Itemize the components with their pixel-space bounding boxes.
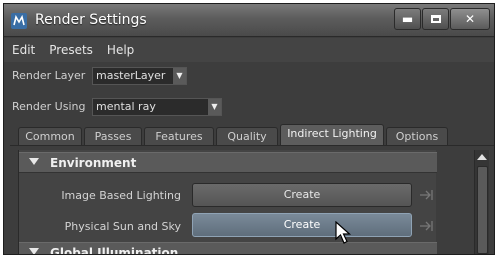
render-layer-label: Render Layer — [12, 69, 86, 82]
minimize-button[interactable]: ▬ — [394, 8, 421, 30]
tab-bar: Common Passes Features Quality Indirect … — [4, 124, 494, 146]
minimize-icon: ▬ — [401, 12, 414, 26]
tab-features[interactable]: Features — [144, 127, 214, 146]
maximize-button[interactable] — [422, 8, 449, 30]
attribute-panel: Environment Image Based Lighting Create … — [18, 150, 437, 255]
image-based-lighting-label: Image Based Lighting — [61, 189, 181, 202]
maximize-icon — [430, 15, 441, 23]
physical-sun-and-sky-label: Physical Sun and Sky — [64, 220, 181, 233]
tab-indirect-lighting[interactable]: Indirect Lighting — [280, 124, 384, 146]
scroll-up-icon[interactable] — [477, 154, 487, 160]
menu-edit[interactable]: Edit — [12, 43, 35, 57]
close-icon: ✕ — [464, 12, 476, 26]
collapse-arrow-icon — [29, 158, 39, 165]
menu-bar: Edit Presets Help — [4, 38, 494, 62]
map-connect-icon[interactable] — [419, 189, 433, 201]
section-global-illumination-header[interactable]: Global Illumination — [19, 242, 437, 255]
mouse-cursor-icon — [335, 221, 352, 244]
render-using-value: mental ray — [96, 100, 156, 113]
tab-common[interactable]: Common — [18, 127, 82, 146]
window-title: Render Settings — [35, 12, 147, 28]
maya-app-icon — [11, 13, 27, 29]
tab-options[interactable]: Options — [386, 127, 448, 146]
chevron-down-icon: ▼ — [172, 68, 186, 84]
scrollbar-thumb[interactable] — [477, 166, 488, 254]
tab-quality[interactable]: Quality — [216, 127, 278, 146]
menu-presets[interactable]: Presets — [49, 43, 93, 57]
title-bar[interactable]: Render Settings ▬ ✕ — [4, 4, 494, 37]
menu-help[interactable]: Help — [107, 43, 134, 57]
map-connect-icon[interactable] — [419, 220, 433, 232]
collapse-arrow-icon — [29, 248, 39, 254]
render-layer-value: masterLayer — [96, 69, 166, 82]
image-based-lighting-create-button[interactable]: Create — [192, 183, 412, 207]
chevron-down-icon: ▼ — [207, 99, 221, 115]
render-settings-window: Render Settings ▬ ✕ Edit Presets Help Re… — [3, 3, 495, 255]
physical-sun-and-sky-create-button[interactable]: Create — [192, 213, 412, 237]
vertical-scrollbar[interactable] — [474, 150, 489, 254]
tab-divider — [10, 145, 494, 146]
close-button[interactable]: ✕ — [450, 8, 490, 30]
tab-passes[interactable]: Passes — [84, 127, 142, 146]
render-using-dropdown[interactable]: mental ray ▼ — [92, 98, 222, 116]
section-global-illumination-title: Global Illumination — [50, 246, 179, 255]
render-layer-dropdown[interactable]: masterLayer ▼ — [92, 67, 187, 85]
render-using-label: Render Using — [12, 100, 86, 113]
section-environment-title: Environment — [50, 156, 137, 170]
section-environment-header[interactable]: Environment — [19, 152, 437, 173]
